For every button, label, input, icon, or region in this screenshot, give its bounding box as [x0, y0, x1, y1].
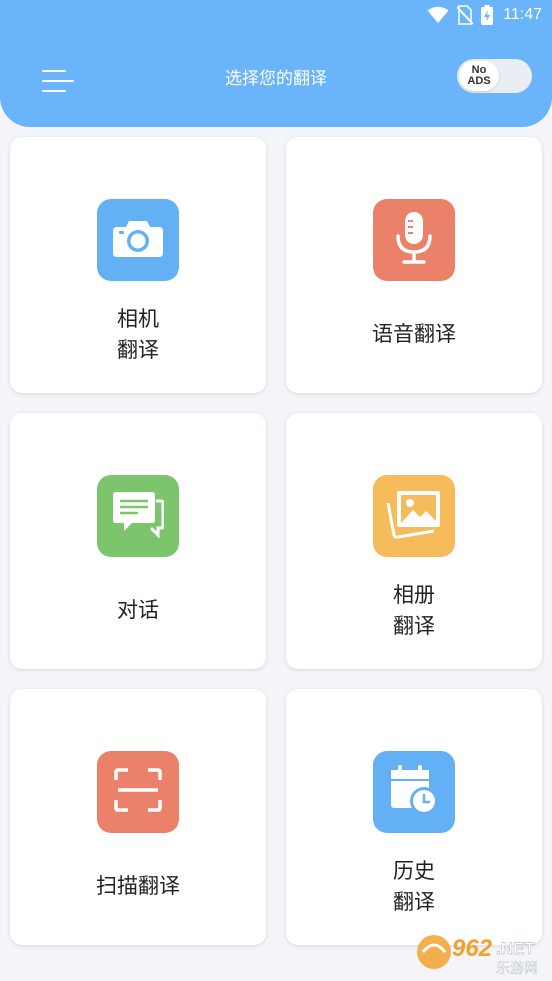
- card-label: 语音翻译: [286, 319, 542, 350]
- chat-icon: [112, 490, 165, 542]
- album-translate-card[interactable]: 相册 翻译: [286, 413, 542, 669]
- app-header: 11:47 选择您的翻译 No ADS: [0, 0, 552, 127]
- voice-translate-card[interactable]: 语音翻译: [286, 137, 542, 393]
- card-label-line-2: 翻译: [117, 338, 159, 362]
- conversation-card[interactable]: 对话: [10, 413, 266, 669]
- scan-icon: [114, 768, 162, 816]
- card-label: 对话: [10, 595, 266, 626]
- card-label-line-1: 对话: [117, 598, 159, 622]
- no-sim-icon: [457, 5, 474, 25]
- scan-icon-tile: [97, 751, 179, 833]
- history-icon: [389, 764, 439, 820]
- gallery-icon: [386, 489, 442, 543]
- history-icon-tile: [373, 751, 455, 833]
- camera-icon-tile: [97, 199, 179, 281]
- card-label: 扫描翻译: [10, 871, 266, 902]
- history-translate-card[interactable]: 历史 翻译: [286, 689, 542, 945]
- site-watermark: 962 .NET 乐游网: [414, 930, 546, 977]
- chat-icon-tile: [97, 475, 179, 557]
- wifi-icon: [427, 6, 449, 24]
- camera-translate-card[interactable]: 相机 翻译: [10, 137, 266, 393]
- no-ads-toggle-knob: No ADS: [459, 61, 499, 91]
- card-label: 相机 翻译: [10, 304, 266, 366]
- watermark-number: 962: [452, 935, 493, 962]
- card-label: 相册 翻译: [286, 580, 542, 642]
- card-label-line-2: 翻译: [393, 890, 435, 914]
- card-label-line-1: 扫描翻译: [96, 874, 180, 898]
- card-label: 历史 翻译: [286, 856, 542, 918]
- camera-icon: [112, 218, 164, 262]
- card-label-line-1: 相机: [117, 307, 159, 331]
- toggle-line-2: ADS: [467, 75, 491, 87]
- microphone-icon: [394, 211, 434, 269]
- status-bar: 11:47: [419, 4, 542, 26]
- gallery-icon-tile: [373, 475, 455, 557]
- card-label-line-2: 翻译: [393, 614, 435, 638]
- battery-charging-icon: [481, 5, 494, 25]
- status-time: 11:47: [503, 6, 542, 23]
- scan-translate-card[interactable]: 扫描翻译: [10, 689, 266, 945]
- card-label-line-1: 相册: [393, 583, 435, 607]
- card-label-line-1: 语音翻译: [372, 322, 456, 346]
- watermark-suffix: .NET: [496, 939, 535, 958]
- microphone-icon-tile: [373, 199, 455, 281]
- watermark-sub: 乐游网: [496, 961, 538, 976]
- no-ads-toggle[interactable]: No ADS: [457, 59, 532, 93]
- card-label-line-1: 历史: [393, 859, 435, 883]
